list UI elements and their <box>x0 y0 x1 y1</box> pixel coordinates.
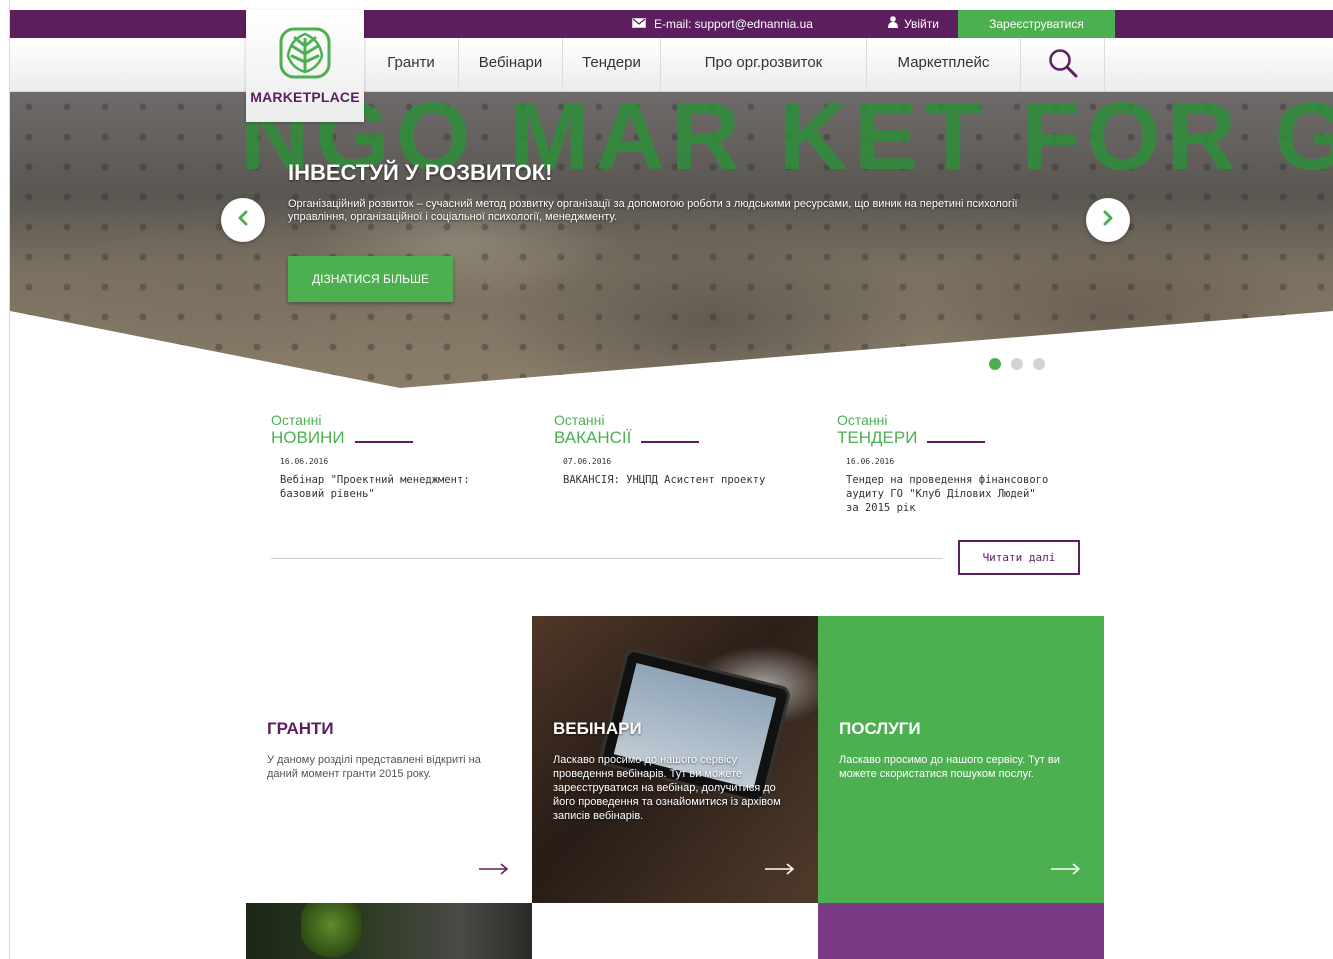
login-link[interactable]: Увійти <box>888 10 939 38</box>
search-button[interactable] <box>1020 38 1105 92</box>
slider-dot-2[interactable] <box>1011 358 1023 370</box>
latest-news-title: НОВИНИ <box>271 428 345 447</box>
latest-tenders: Останні ТЕНДЕРИ 16.06.2016 Тендер на про… <box>837 412 1067 515</box>
tile-plant-photo[interactable] <box>246 903 532 959</box>
slider-pagination <box>989 358 1045 370</box>
plant-image <box>301 903 361 959</box>
chevron-left-icon <box>236 210 250 231</box>
tile-services-text: Ласкаво просимо до нашого сервісу. Тут в… <box>839 754 1060 780</box>
nav-item-webinars[interactable]: Вебінари <box>458 38 562 92</box>
arrow-right-icon[interactable] <box>479 862 509 880</box>
tile-services[interactable]: ПОСЛУГИ Ласкаво просимо до нашого сервіс… <box>818 616 1104 903</box>
latest-vacancies-pre: Останні <box>554 412 605 428</box>
latest-news-date: 16.06.2016 <box>280 457 329 466</box>
slider-dot-3[interactable] <box>1033 358 1045 370</box>
latest-tenders-pre: Останні <box>837 412 888 428</box>
nav-item-org-development[interactable]: Про орг.розвиток <box>660 38 866 92</box>
hero-slider: NGO MAR KET FOR G ІНВЕСТУЙ У РОЗВИТОК! О… <box>10 92 1333 388</box>
main-nav: Гранти Вебінари Тендери Про орг.розвиток… <box>10 38 1333 92</box>
latest-vacancies-item[interactable]: ВАКАНСІЯ: УНЦПД Асистент проекту <box>563 473 768 487</box>
nav-item-marketplace[interactable]: Маркетплейс <box>866 38 1020 92</box>
latest-vacancies-date: 07.06.2016 <box>563 457 612 466</box>
logo-text: MARKETPLACE <box>250 89 360 105</box>
section-divider <box>271 558 943 559</box>
read-more-button[interactable]: Читати далі <box>958 540 1080 575</box>
top-bar: E-mail: support@ednannia.ua Увійти Зареє… <box>10 10 1333 38</box>
latest-news-item[interactable]: Вебінар "Проектний менеджмент: базовий р… <box>280 473 485 501</box>
nav-item-tenders[interactable]: Тендери <box>562 38 660 92</box>
slider-dot-1[interactable] <box>989 358 1001 370</box>
tile-webinars-title: ВЕБІНАРИ <box>553 719 642 738</box>
login-label: Увійти <box>904 17 939 31</box>
hero-description: Організаційний розвиток – сучасний метод… <box>288 198 1018 223</box>
email-contact[interactable]: E-mail: support@ednannia.ua <box>632 10 813 38</box>
tile-webinars-text: Ласкаво просимо до нашого сервісу провед… <box>553 754 781 822</box>
tile-webinars[interactable]: ВЕБІНАРИ Ласкаво просимо до нашого серві… <box>532 616 818 903</box>
slider-prev-button[interactable] <box>221 198 265 242</box>
register-button[interactable]: Зареєструватися <box>958 10 1115 38</box>
tile-grants-text: У даному розділі представлені відкриті н… <box>267 754 481 780</box>
nav-item-grants[interactable]: Гранти <box>364 38 458 92</box>
learn-more-button[interactable]: ДІЗНАТИСЯ БІЛЬШЕ <box>288 256 453 302</box>
latest-news-pre: Останні <box>271 412 322 428</box>
search-icon <box>1047 47 1079 84</box>
latest-vacancies: Останні ВАКАНСІЇ 07.06.2016 ВАКАНСІЯ: УН… <box>554 412 784 487</box>
user-icon <box>888 10 898 38</box>
latest-news: Останні НОВИНИ 16.06.2016 Вебінар "Проек… <box>271 412 501 501</box>
slider-next-button[interactable] <box>1086 198 1130 242</box>
page-edge <box>9 0 10 959</box>
latest-tenders-date: 16.06.2016 <box>846 457 895 466</box>
email-label: E-mail: support@ednannia.ua <box>654 17 813 31</box>
latest-vacancies-title: ВАКАНСІЇ <box>554 428 632 447</box>
envelope-icon <box>632 10 646 38</box>
tile-grants-title: ГРАНТИ <box>267 719 334 738</box>
arrow-right-icon[interactable] <box>765 862 795 880</box>
leaf-logo-icon <box>246 26 364 85</box>
tile-grants[interactable]: ГРАНТИ У даному розділі представлені від… <box>246 616 532 903</box>
latest-tenders-item[interactable]: Тендер на проведення фінансового аудиту … <box>846 473 1051 515</box>
tile-services-title: ПОСЛУГИ <box>839 719 921 738</box>
hero-title: ІНВЕСТУЙ У РОЗВИТОК! <box>288 160 553 185</box>
site-logo[interactable]: MARKETPLACE <box>246 10 364 122</box>
arrow-right-icon[interactable] <box>1051 862 1081 880</box>
latest-tenders-title: ТЕНДЕРИ <box>837 428 918 447</box>
tile-purple[interactable] <box>818 903 1104 959</box>
chevron-right-icon <box>1101 210 1115 231</box>
